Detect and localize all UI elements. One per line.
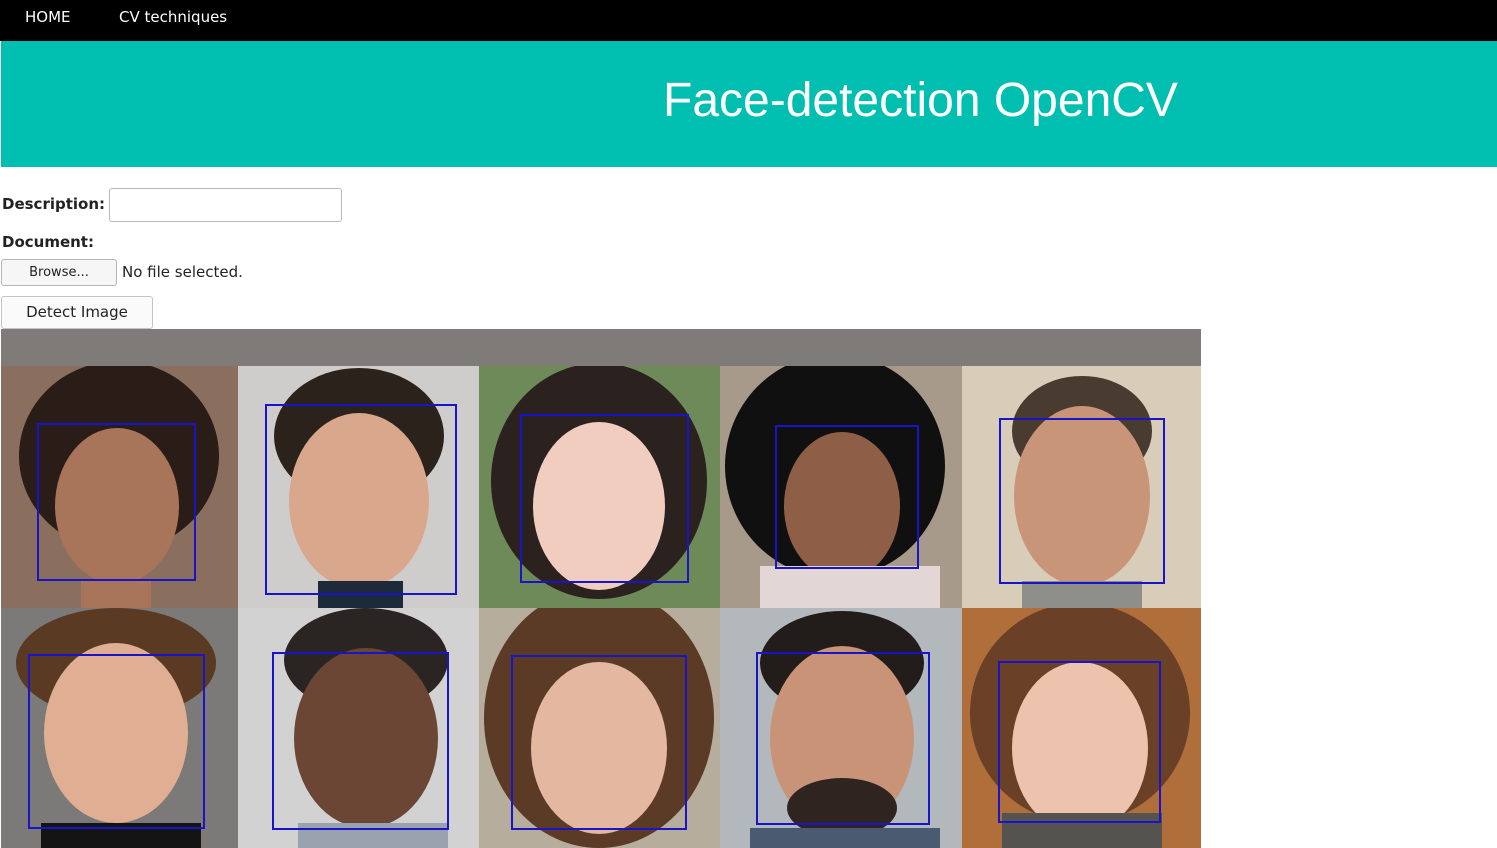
top-navbar: HOME CV techniques [0,0,1497,41]
nav-cv-techniques-link[interactable]: CV techniques [119,8,227,26]
face-photo [962,366,1201,608]
face-photo [238,366,479,608]
face-box [37,423,196,581]
file-status-text: No file selected. [122,263,243,281]
face-box [511,655,687,830]
face-box [775,425,919,569]
face-photo [238,608,479,848]
page-banner: Face-detection OpenCV [1,41,1497,167]
nav-home-link[interactable]: HOME [25,8,71,26]
face-box [265,404,457,595]
description-label: Description: [2,195,106,213]
face-photo [479,366,720,608]
face-photo [479,608,720,848]
face-box [272,652,449,830]
face-photo [1,608,238,848]
face-box [756,652,930,825]
document-label: Document: [2,233,94,251]
page-title: Face-detection OpenCV [663,74,1178,127]
detect-image-button[interactable]: Detect Image [1,296,153,329]
description-input[interactable] [109,188,342,222]
face-box [520,414,689,583]
face-box [998,661,1161,823]
face-photo [962,608,1201,848]
face-box [28,654,205,829]
face-photo [1,366,238,608]
face-photo [720,366,962,608]
face-box [999,418,1165,584]
browse-file-button[interactable]: Browse... [1,259,117,286]
detection-result-image [1,329,1201,848]
face-photo [720,608,962,848]
